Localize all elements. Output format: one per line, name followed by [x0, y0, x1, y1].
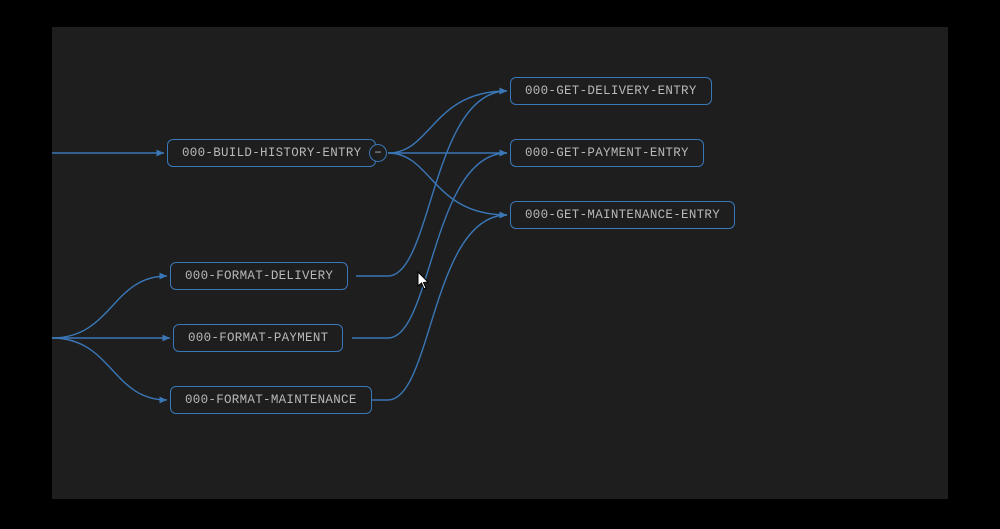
- node-build-history-entry[interactable]: 000-BUILD-HISTORY-ENTRY: [167, 139, 376, 167]
- mouse-cursor-icon: [417, 271, 431, 291]
- node-format-maintenance[interactable]: 000-FORMAT-MAINTENANCE: [170, 386, 372, 414]
- node-format-delivery[interactable]: 000-FORMAT-DELIVERY: [170, 262, 348, 290]
- node-get-delivery-entry[interactable]: 000-GET-DELIVERY-ENTRY: [510, 77, 712, 105]
- node-get-payment-entry[interactable]: 000-GET-PAYMENT-ENTRY: [510, 139, 704, 167]
- collapse-toggle[interactable]: −: [369, 144, 387, 162]
- diagram-canvas[interactable]: 000-BUILD-HISTORY-ENTRY − 000-GET-DELIVE…: [52, 27, 948, 499]
- node-get-maintenance-entry[interactable]: 000-GET-MAINTENANCE-ENTRY: [510, 201, 735, 229]
- node-format-payment[interactable]: 000-FORMAT-PAYMENT: [173, 324, 343, 352]
